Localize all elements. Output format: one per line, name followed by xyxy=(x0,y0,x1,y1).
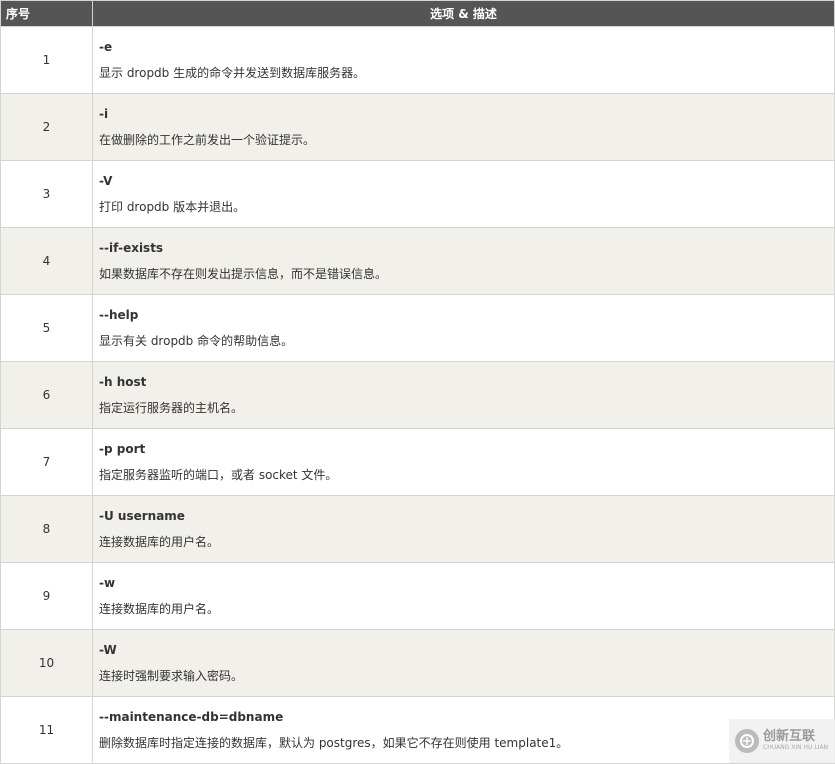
row-description-cell: -V 打印 dropdb 版本并退出。 xyxy=(92,160,835,228)
watermark-subtitle: CHUANG XIN HU LIAN xyxy=(763,744,829,751)
table-row: 7 -p port 指定服务器监听的端口，或者 socket 文件。 xyxy=(0,428,835,496)
option-name: -p port xyxy=(99,442,146,456)
options-table: 序号 选项 & 描述 1 -e 显示 dropdb 生成的命令并发送到数据库服务… xyxy=(0,0,835,764)
row-description-cell: -h host 指定运行服务器的主机名。 xyxy=(92,361,835,429)
option-description: 显示 dropdb 生成的命令并发送到数据库服务器。 xyxy=(99,66,366,80)
row-number: 8 xyxy=(0,495,93,563)
row-number: 3 xyxy=(0,160,93,228)
table-header-row: 序号 选项 & 描述 xyxy=(0,0,835,27)
option-name: --maintenance-db=dbname xyxy=(99,710,284,724)
column-header-number: 序号 xyxy=(0,0,93,27)
row-number: 6 xyxy=(0,361,93,429)
row-number: 5 xyxy=(0,294,93,362)
option-description: 指定运行服务器的主机名。 xyxy=(99,401,244,415)
table-row: 9 -w 连接数据库的用户名。 xyxy=(0,562,835,630)
row-description-cell: --maintenance-db=dbname 删除数据库时指定连接的数据库，默… xyxy=(92,696,835,764)
row-number: 10 xyxy=(0,629,93,697)
table-row: 11 --maintenance-db=dbname 删除数据库时指定连接的数据… xyxy=(0,696,835,764)
option-name: -i xyxy=(99,107,109,121)
option-description: 打印 dropdb 版本并退出。 xyxy=(99,200,246,214)
option-name: -V xyxy=(99,174,113,188)
option-description: 连接时强制要求输入密码。 xyxy=(99,669,244,683)
logo-icon xyxy=(735,729,759,753)
table-row: 4 --if-exists 如果数据库不存在则发出提示信息，而不是错误信息。 xyxy=(0,227,835,295)
option-description: 显示有关 dropdb 命令的帮助信息。 xyxy=(99,334,294,348)
table-row: 3 -V 打印 dropdb 版本并退出。 xyxy=(0,160,835,228)
option-name: -h host xyxy=(99,375,147,389)
table-row: 5 --help 显示有关 dropdb 命令的帮助信息。 xyxy=(0,294,835,362)
row-number: 1 xyxy=(0,26,93,94)
row-description-cell: -e 显示 dropdb 生成的命令并发送到数据库服务器。 xyxy=(92,26,835,94)
row-description-cell: --help 显示有关 dropdb 命令的帮助信息。 xyxy=(92,294,835,362)
table-row: 1 -e 显示 dropdb 生成的命令并发送到数据库服务器。 xyxy=(0,26,835,94)
row-description-cell: -w 连接数据库的用户名。 xyxy=(92,562,835,630)
column-header-option: 选项 & 描述 xyxy=(92,0,835,27)
option-description: 如果数据库不存在则发出提示信息，而不是错误信息。 xyxy=(99,267,388,281)
option-name: -U username xyxy=(99,509,185,523)
watermark-name: 创新互联 xyxy=(763,729,816,744)
option-description: 指定服务器监听的端口，或者 socket 文件。 xyxy=(99,468,338,482)
option-description: 连接数据库的用户名。 xyxy=(99,535,220,549)
row-number: 2 xyxy=(0,93,93,161)
option-description: 删除数据库时指定连接的数据库，默认为 postgres，如果它不存在则使用 te… xyxy=(99,736,569,750)
row-number: 7 xyxy=(0,428,93,496)
table-row: 2 -i 在做删除的工作之前发出一个验证提示。 xyxy=(0,93,835,161)
row-number: 11 xyxy=(0,696,93,764)
option-name: --if-exists xyxy=(99,241,164,255)
option-name: -e xyxy=(99,40,113,54)
row-description-cell: --if-exists 如果数据库不存在则发出提示信息，而不是错误信息。 xyxy=(92,227,835,295)
option-name: --help xyxy=(99,308,139,322)
table-row: 6 -h host 指定运行服务器的主机名。 xyxy=(0,361,835,429)
row-description-cell: -i 在做删除的工作之前发出一个验证提示。 xyxy=(92,93,835,161)
table-row: 10 -W 连接时强制要求输入密码。 xyxy=(0,629,835,697)
option-name: -w xyxy=(99,576,116,590)
option-description: 在做删除的工作之前发出一个验证提示。 xyxy=(99,133,316,147)
option-name: -W xyxy=(99,643,117,657)
watermark: 创新互联 CHUANG XIN HU LIAN xyxy=(729,719,835,763)
table-row: 8 -U username 连接数据库的用户名。 xyxy=(0,495,835,563)
watermark-text: 创新互联 CHUANG XIN HU LIAN xyxy=(763,730,828,752)
row-description-cell: -U username 连接数据库的用户名。 xyxy=(92,495,835,563)
row-description-cell: -W 连接时强制要求输入密码。 xyxy=(92,629,835,697)
option-description: 连接数据库的用户名。 xyxy=(99,602,220,616)
row-description-cell: -p port 指定服务器监听的端口，或者 socket 文件。 xyxy=(92,428,835,496)
row-number: 9 xyxy=(0,562,93,630)
row-number: 4 xyxy=(0,227,93,295)
